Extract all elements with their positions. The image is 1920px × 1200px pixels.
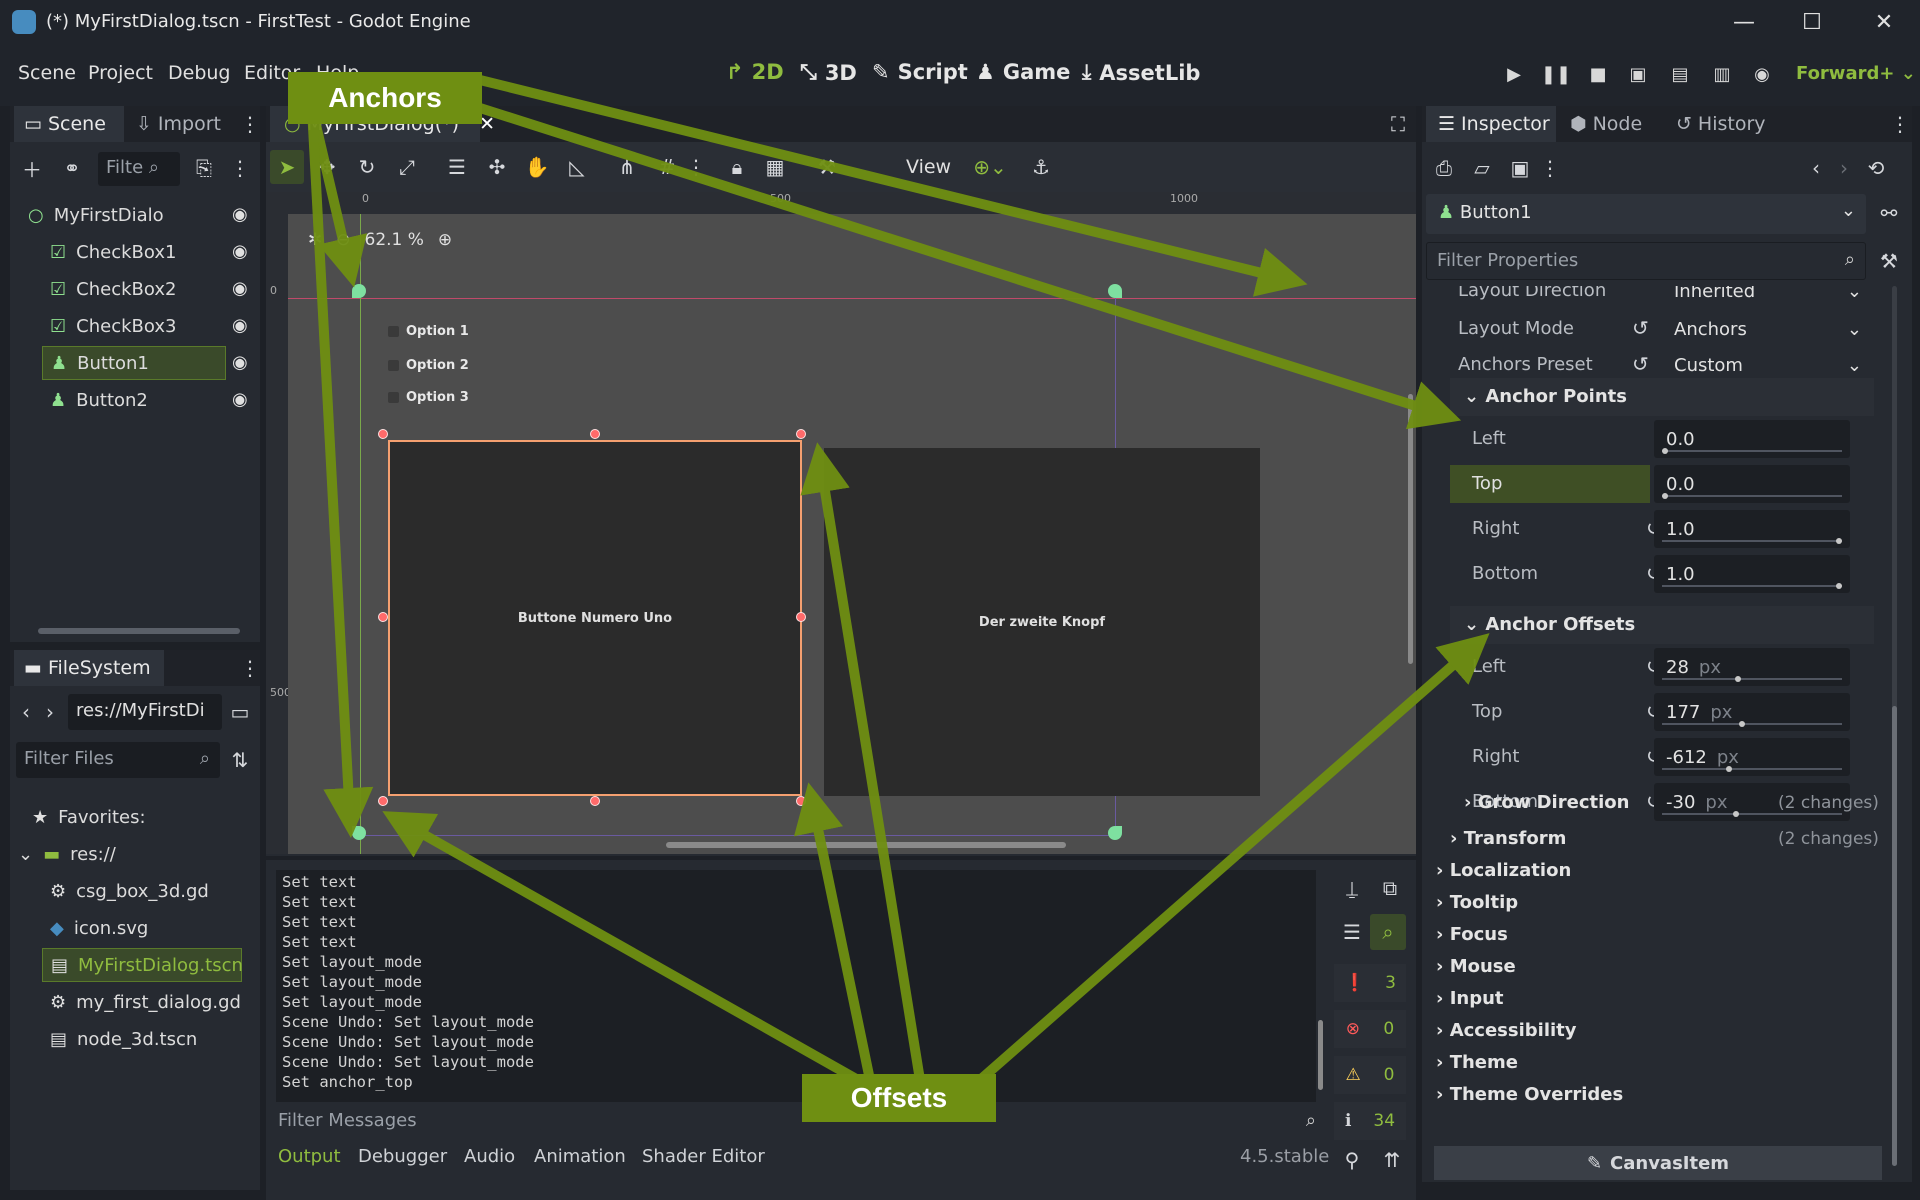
- anchors-annotation: Anchors: [288, 72, 482, 124]
- arrow: [794, 782, 875, 1082]
- arrow: [478, 75, 1308, 297]
- arrow: [478, 103, 1462, 430]
- arrow: [800, 442, 925, 1081]
- arrow: [976, 633, 1490, 1084]
- annotation-arrows: [307, 75, 1490, 1085]
- arrow: [382, 811, 861, 1085]
- arrow: [307, 107, 374, 838]
- offsets-annotation: Offsets: [802, 1074, 996, 1122]
